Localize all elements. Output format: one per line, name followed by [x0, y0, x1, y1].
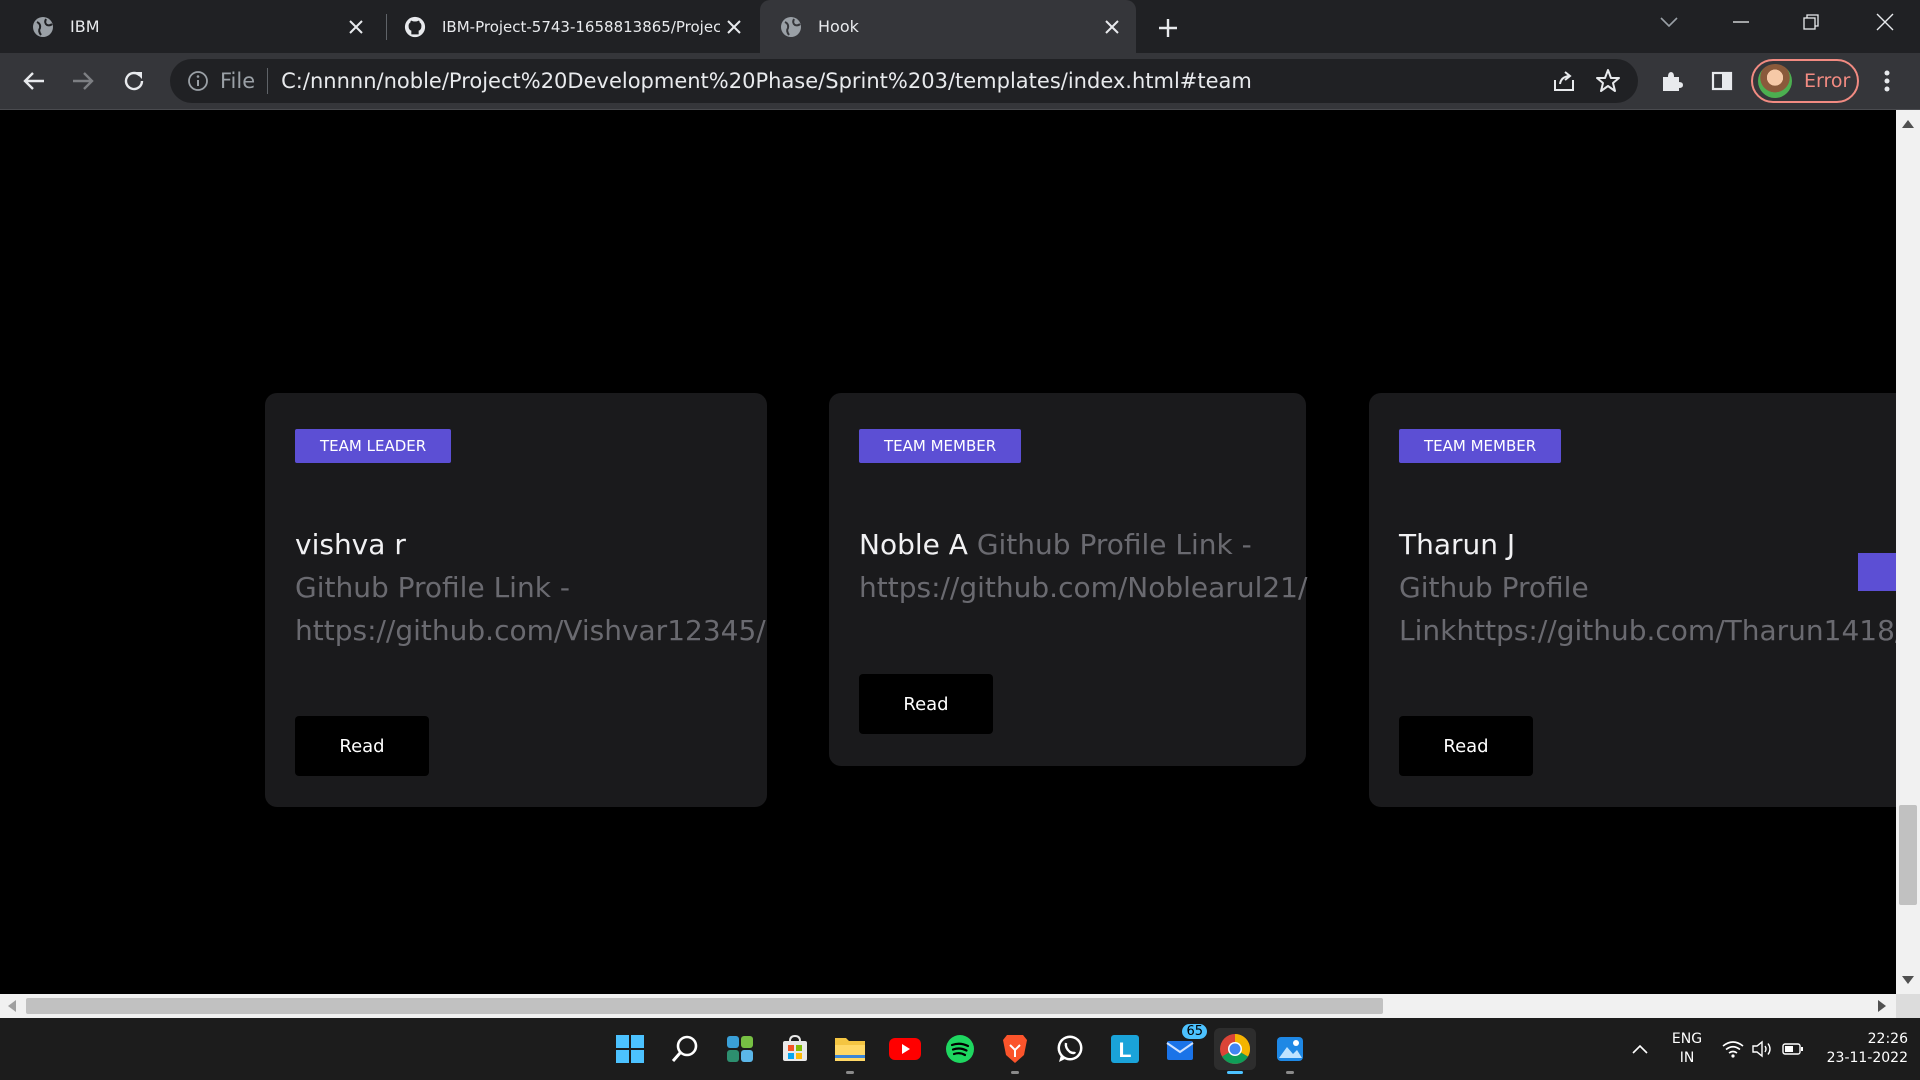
- profile-status-label: Error: [1804, 70, 1851, 92]
- scheme-label: File: [220, 69, 256, 93]
- windows-taskbar: L 65 ENG IN 22:26 23-11-2022: [0, 1018, 1920, 1080]
- mail-unread-badge: 65: [1182, 1024, 1207, 1039]
- minimize-button[interactable]: [1708, 0, 1774, 44]
- tab-title: IBM-Project-5743-1658813865/Project Deve…: [442, 17, 720, 36]
- member-name: Tharun J: [1399, 528, 1516, 561]
- windows-start-icon[interactable]: [609, 1028, 651, 1070]
- whatsapp-icon[interactable]: [1049, 1028, 1091, 1070]
- photos-icon[interactable]: [1269, 1028, 1311, 1074]
- restore-button[interactable]: [1778, 0, 1844, 44]
- language-label: ENG: [1671, 1031, 1703, 1047]
- scroll-up-arrow-icon[interactable]: [1902, 120, 1914, 128]
- share-icon[interactable]: [1551, 68, 1577, 94]
- file-explorer-icon[interactable]: [829, 1028, 871, 1074]
- chrome-icon[interactable]: [1214, 1028, 1256, 1074]
- read-button[interactable]: Read: [859, 674, 993, 734]
- github-icon: [404, 16, 426, 38]
- tab-title: Hook: [818, 17, 859, 36]
- youtube-icon[interactable]: [884, 1028, 926, 1070]
- team-card-leader: TEAM LEADER vishva r Github Profile Link…: [265, 393, 767, 807]
- tab-ibm[interactable]: IBM: [0, 0, 380, 53]
- close-tab-icon[interactable]: [720, 13, 748, 41]
- card-text: vishva r Github Profile Link - https://g…: [295, 523, 766, 652]
- running-indicator: [1286, 1071, 1294, 1074]
- wifi-icon[interactable]: [1716, 1028, 1750, 1070]
- card-text: Tharun J Github Profile Linkhttps://gith…: [1399, 523, 1896, 652]
- browser-toolbar: File C:/nnnnn/noble/Project%20Developmen…: [0, 53, 1920, 110]
- member-description: Github Profile Linkhttps://github.com/Th…: [1399, 571, 1896, 647]
- tab-hook[interactable]: Hook: [760, 0, 1136, 53]
- vertical-scroll-thumb[interactable]: [1899, 805, 1917, 905]
- role-badge: TEAM LEADER: [295, 429, 452, 463]
- role-badge: TEAM MEMBER: [1399, 429, 1562, 463]
- extensions-icon[interactable]: [1653, 62, 1691, 100]
- spotify-icon[interactable]: [939, 1028, 981, 1070]
- role-badge: TEAM MEMBER: [859, 429, 1022, 463]
- browser-tab-strip: IBM IBM-Project-5743-1658813865/Project …: [0, 0, 1920, 53]
- mail-icon[interactable]: 65: [1159, 1024, 1207, 1070]
- search-icon[interactable]: [664, 1028, 706, 1070]
- close-window-button[interactable]: [1852, 0, 1918, 44]
- running-indicator: [1011, 1071, 1019, 1074]
- widgets-icon[interactable]: [719, 1028, 761, 1070]
- tab-github-project[interactable]: IBM-Project-5743-1658813865/Project Deve…: [372, 0, 758, 53]
- tab-title: IBM: [70, 17, 100, 36]
- show-hidden-icons-chevron-icon[interactable]: [1622, 1028, 1658, 1070]
- url-text[interactable]: C:/nnnnn/noble/Project%20Development%20P…: [281, 69, 1252, 93]
- floating-side-tab[interactable]: [1858, 553, 1896, 591]
- input-language-indicator[interactable]: ENG IN: [1664, 1030, 1710, 1068]
- team-card-member-tharun: TEAM MEMBER Tharun J Github Profile Link…: [1369, 393, 1896, 807]
- member-name: vishva r: [295, 528, 406, 561]
- page-viewport: TEAM LEADER vishva r Github Profile Link…: [0, 110, 1896, 994]
- close-tab-icon[interactable]: [1098, 13, 1126, 41]
- member-name: Noble A: [859, 528, 968, 561]
- running-indicator: [846, 1071, 854, 1074]
- active-indicator: [1227, 1071, 1243, 1074]
- volume-icon[interactable]: [1746, 1028, 1780, 1070]
- horizontal-scroll-thumb[interactable]: [26, 998, 1383, 1014]
- clock-time: 22:26: [1867, 1031, 1908, 1047]
- bookmark-star-icon[interactable]: [1595, 68, 1621, 94]
- microsoft-store-icon[interactable]: [774, 1028, 816, 1070]
- clock[interactable]: 22:26 23-11-2022: [1818, 1030, 1908, 1068]
- region-label: IN: [1679, 1050, 1695, 1066]
- read-button[interactable]: Read: [295, 716, 429, 776]
- globe-icon: [32, 16, 54, 38]
- profile-error-button[interactable]: Error: [1751, 59, 1859, 103]
- avatar: [1758, 64, 1792, 98]
- back-button[interactable]: [15, 62, 53, 100]
- scroll-down-arrow-icon[interactable]: [1902, 976, 1914, 984]
- scroll-left-arrow-icon[interactable]: [8, 1000, 16, 1012]
- address-bar[interactable]: File C:/nnnnn/noble/Project%20Developmen…: [170, 59, 1638, 103]
- side-panel-icon[interactable]: [1703, 62, 1741, 100]
- new-tab-button[interactable]: [1150, 10, 1186, 46]
- forward-button[interactable]: [64, 62, 102, 100]
- reload-button[interactable]: [115, 62, 153, 100]
- clock-date: 23-11-2022: [1826, 1050, 1908, 1066]
- l-app-icon[interactable]: L: [1104, 1028, 1146, 1070]
- horizontal-scrollbar[interactable]: [0, 994, 1896, 1018]
- more-menu-icon[interactable]: [1868, 62, 1906, 100]
- scrollbar-corner: [1896, 994, 1920, 1018]
- team-card-member-noble: TEAM MEMBER Noble A Github Profile Link …: [829, 393, 1307, 766]
- scroll-right-arrow-icon[interactable]: [1878, 1000, 1886, 1012]
- card-text: Noble A Github Profile Link - https://gi…: [859, 523, 1307, 609]
- site-info-icon[interactable]: [186, 69, 210, 93]
- member-description: Github Profile Link - https://github.com…: [295, 571, 766, 647]
- read-button[interactable]: Read: [1399, 716, 1533, 776]
- close-tab-icon[interactable]: [342, 13, 370, 41]
- address-divider: [267, 68, 269, 94]
- l-app-letter: L: [1119, 1039, 1132, 1062]
- globe-icon: [780, 16, 802, 38]
- tab-search-chevron-icon[interactable]: [1636, 0, 1702, 44]
- brave-icon[interactable]: [994, 1028, 1036, 1074]
- vertical-scrollbar[interactable]: [1896, 110, 1920, 994]
- battery-icon[interactable]: [1776, 1028, 1810, 1070]
